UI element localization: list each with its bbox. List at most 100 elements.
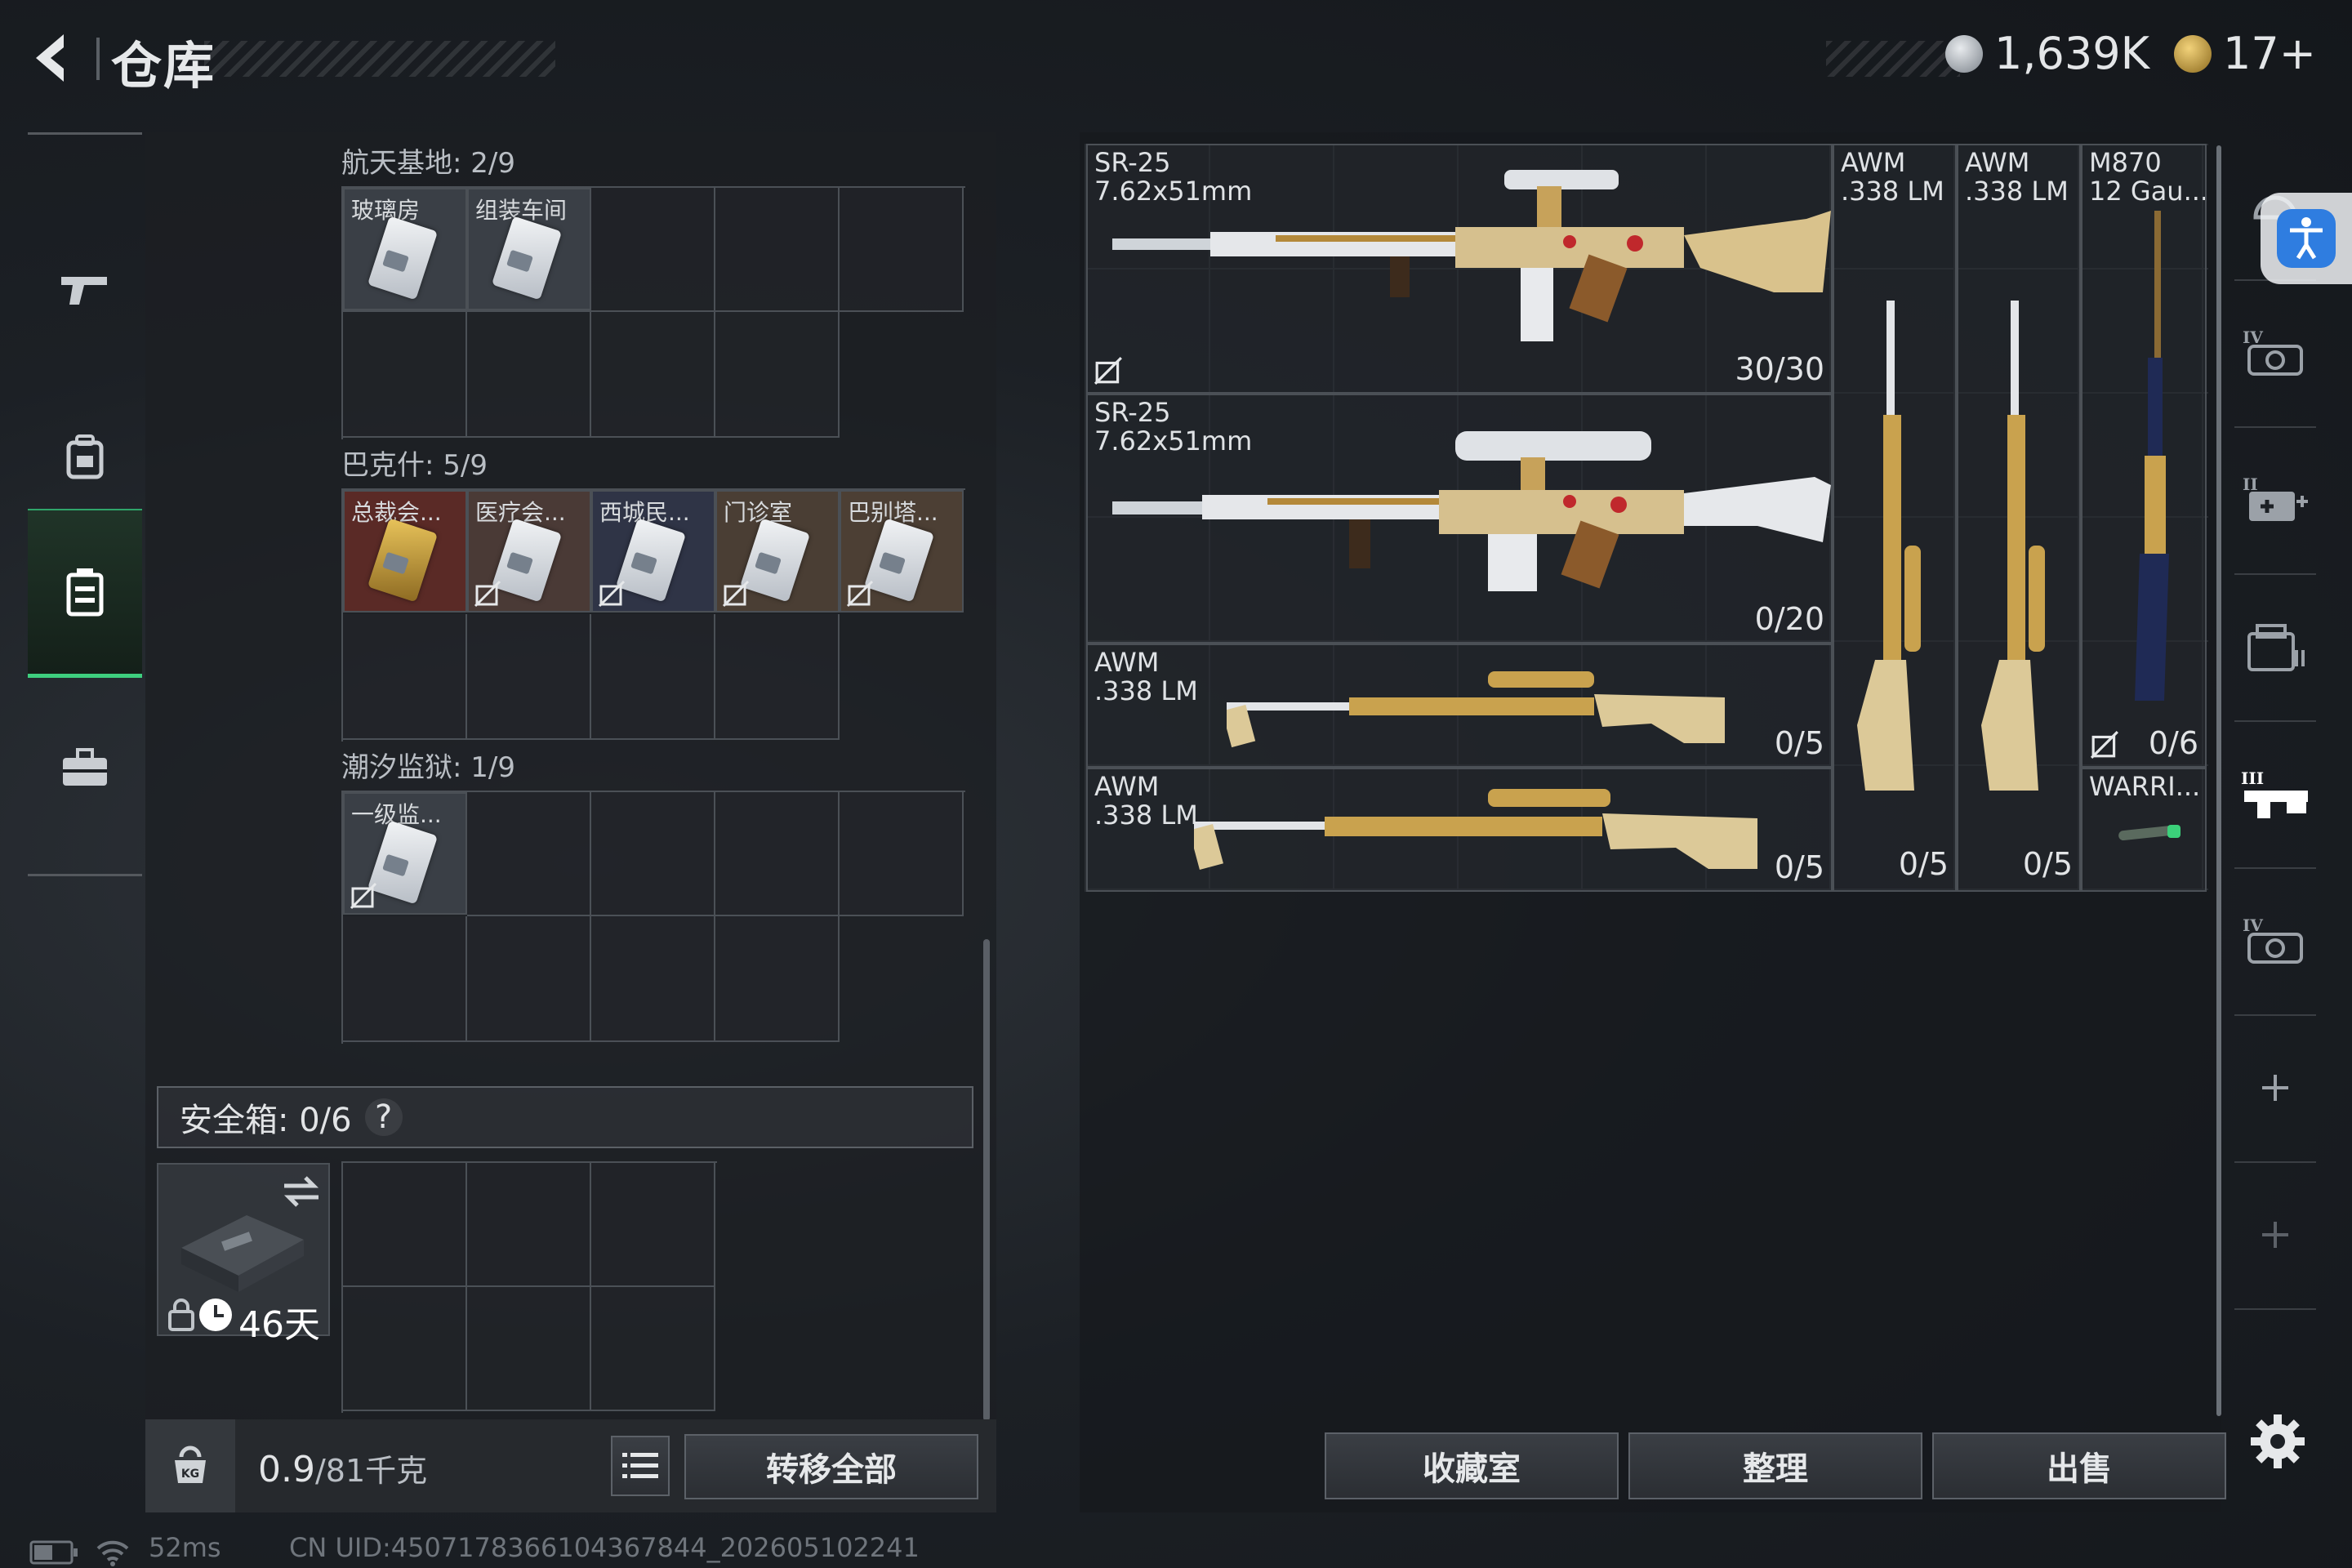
page-title: 仓库 [111, 36, 216, 96]
back-button[interactable] [24, 29, 82, 87]
back-arrow-icon [36, 34, 64, 82]
user-uid: CN UID:4507178366104367844_202605102241 [289, 1532, 920, 1563]
ammo-count: 0/5 [1774, 725, 1824, 761]
keycard-item[interactable]: 总裁会... [343, 490, 467, 612]
ammo-count: 0/6 [2148, 725, 2198, 761]
container-title: 航天基地: 2/9 [341, 147, 515, 180]
svg-text:IV: IV [2243, 915, 2263, 935]
coin-icon [1945, 34, 1983, 73]
sell-button[interactable]: 出售 [1932, 1432, 2226, 1499]
awm-rifle-icon [1227, 671, 1725, 748]
keycard-item[interactable]: 玻璃房 [343, 188, 467, 310]
weapon-slot-awm[interactable]: AWM .338 LM 0/5 [1957, 144, 2081, 892]
container-scrollbar[interactable] [983, 939, 990, 1421]
ammo-count: 0/5 [2022, 846, 2073, 882]
ammo-count: 0/5 [1898, 846, 1949, 882]
side-item-storage[interactable] [2234, 573, 2316, 722]
weapon-slot-m870[interactable]: M870 12 Gau... 0/6 [2081, 144, 2207, 768]
bound-icon [846, 580, 874, 608]
currency-tickets: 17+ [2174, 28, 2316, 79]
coin-amount: 1,639K [1994, 28, 2150, 79]
keycard-item[interactable]: 西城民... [591, 490, 715, 612]
keycard-item[interactable]: 组装车间 [467, 188, 591, 310]
svg-text:II: II [2243, 474, 2258, 494]
awm-rifle-icon [1857, 301, 1921, 791]
weapon-slot-warrior[interactable]: WARRI... [2081, 768, 2207, 892]
sr25-rifle-icon [1112, 170, 1831, 341]
settings-button[interactable] [2247, 1411, 2308, 1472]
swap-icon [283, 1176, 319, 1207]
weapon-name: AWM .338 LM [1841, 147, 1944, 207]
weapon-name: M870 12 Gau... [2089, 147, 2207, 207]
weapon-name: AWM .338 LM [1094, 771, 1198, 831]
weight-capacity: /81千克 [314, 1453, 428, 1489]
svg-text:IV: IV [2243, 327, 2263, 347]
keycard-item[interactable]: 一级监... [343, 792, 467, 915]
storage-scrollbar[interactable] [2216, 145, 2221, 1416]
keycard-item[interactable]: 门诊室 [715, 490, 840, 612]
accessibility-icon [2277, 209, 2336, 268]
safe-box-slot[interactable]: 46天 [157, 1163, 330, 1346]
accessibility-button[interactable] [2261, 193, 2352, 284]
left-nav [28, 132, 142, 876]
list-icon [622, 1453, 658, 1478]
side-item-armor-iv[interactable]: IV [2234, 279, 2316, 428]
weapon-name: AWM .338 LM [1965, 147, 2069, 207]
nav-backpack[interactable] [28, 396, 142, 519]
weapon-slot-sr25[interactable]: SR-25 7.62x51mm 0/20 [1086, 394, 1833, 644]
safe-case-icon [181, 1215, 304, 1292]
side-item-add[interactable] [2234, 1161, 2316, 1310]
bound-icon [474, 580, 501, 608]
bound-icon [722, 580, 750, 608]
weapon-slot-sr25[interactable]: SR-25 7.62x51mm 30/30 [1086, 144, 1833, 394]
weapon-slot-awm[interactable]: AWM .338 LM 0/5 [1833, 144, 1957, 892]
nav-inventory[interactable] [28, 509, 142, 678]
list-view-button[interactable] [611, 1436, 670, 1496]
safe-box-days: 46天 [238, 1304, 320, 1346]
clock-icon [199, 1298, 232, 1331]
battery-icon [29, 1540, 78, 1565]
keycard-icon [367, 518, 439, 603]
add-icon [2262, 1222, 2288, 1248]
keycard-item[interactable]: 巴别塔... [840, 490, 964, 612]
right-category-nav: IV II III IV [2234, 132, 2316, 1431]
item-label: 玻璃房 [351, 197, 421, 224]
ammo-count: 0/5 [1774, 849, 1824, 885]
title-divider [96, 38, 100, 80]
weight-display: 0.9/81千克 [258, 1446, 427, 1490]
lock-icon [168, 1298, 194, 1331]
safe-box-grid [341, 1161, 717, 1413]
weight-icon-box: KG [145, 1419, 235, 1512]
armor-iv-icon: IV [2243, 915, 2303, 964]
side-item-add[interactable] [2234, 1014, 2316, 1163]
weapon-slot-awm[interactable]: AWM .338 LM 0/5 [1086, 768, 1833, 892]
weapon-icon [61, 277, 107, 305]
item-label: 门诊室 [724, 499, 793, 526]
side-item-medkit-ii[interactable]: II [2234, 426, 2316, 575]
gear-icon [2251, 1414, 2305, 1468]
kettlebell-icon: KG [175, 1446, 206, 1483]
help-icon[interactable]: ? [364, 1098, 403, 1136]
weapon-slot-awm[interactable]: AWM .338 LM 0/5 [1086, 644, 1833, 768]
nav-toolbox[interactable] [28, 706, 142, 829]
awm-rifle-icon [1194, 789, 1757, 871]
bound-icon [1094, 356, 1122, 385]
transfer-all-button[interactable]: 转移全部 [684, 1434, 978, 1499]
keycard-icon [491, 216, 563, 301]
backpack-icon [66, 434, 104, 479]
collection-room-button[interactable]: 收藏室 [1325, 1432, 1619, 1499]
bound-icon [2090, 730, 2118, 760]
weapon-name: WARRI... [2089, 771, 2201, 802]
currency-stripe [1826, 41, 1960, 77]
sort-button[interactable]: 整理 [1628, 1432, 1922, 1499]
keycard-icon [367, 216, 439, 301]
keycard-item[interactable]: 医疗会... [467, 490, 591, 612]
m870-shotgun-icon [2135, 211, 2169, 701]
side-item-rifle-iii[interactable]: III [2234, 720, 2316, 869]
ammo-count: 30/30 [1735, 351, 1824, 387]
svg-text:KG: KG [181, 1468, 199, 1481]
svg-text:III: III [2241, 768, 2264, 788]
side-item-armor-iv[interactable]: IV [2234, 867, 2316, 1016]
nav-weapons[interactable] [28, 208, 142, 372]
sr25-rifle-icon [1112, 431, 1831, 591]
